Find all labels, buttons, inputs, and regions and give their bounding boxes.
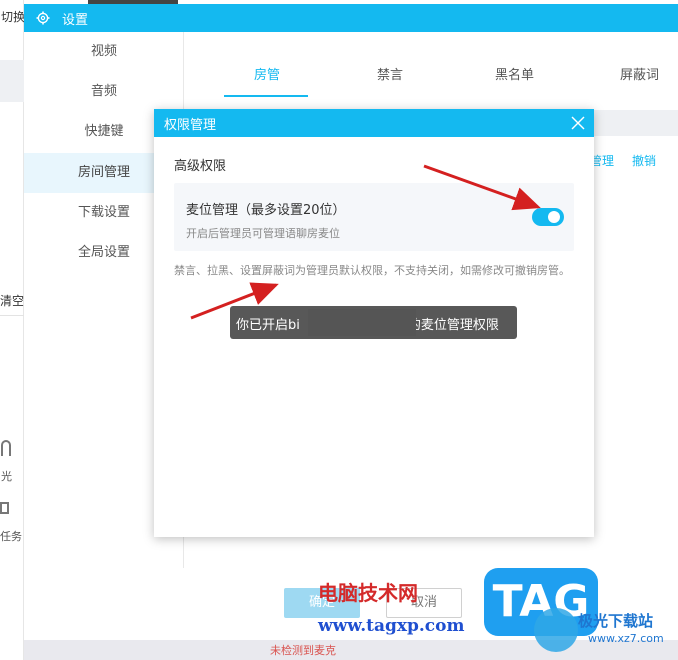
background-highlight xyxy=(0,60,24,102)
task-icon[interactable] xyxy=(0,502,9,514)
room-tabs: 房管 禁言 黑名单 屏蔽词 xyxy=(224,64,678,100)
mic-status-text: 未检测到麦克 xyxy=(270,644,336,657)
dialog-title-bar: 权限管理 xyxy=(154,109,594,137)
watermark-text: 电脑技术网 xyxy=(318,581,418,605)
mic-permission-description: 开启后管理员可管理语聊房麦位 xyxy=(186,227,340,240)
background-switch-label[interactable]: 切换 xyxy=(1,8,25,25)
dialog-title: 权限管理 xyxy=(164,118,217,133)
background-divider xyxy=(0,315,24,316)
default-permission-note: 禁言、拉黑、设置屏蔽词为管理员默认权限，不支持关闭，如需修改可撤销房管。 xyxy=(174,264,570,277)
xz-logo-icon xyxy=(534,608,578,652)
toast-text-prefix: 你已开启bi xyxy=(236,318,300,333)
background-clear-label[interactable]: 清空 xyxy=(0,292,24,309)
toast-message: 你已开启bi 的麦位管理权限 xyxy=(230,306,517,339)
mic-permission-label: 麦位管理（最多设置20位） xyxy=(186,203,346,218)
settings-title: 设置 xyxy=(62,13,89,28)
background-bottom-bar xyxy=(24,640,678,660)
revoke-link[interactable]: 撤销 xyxy=(632,152,656,169)
sidebar-item-audio[interactable]: 音频 xyxy=(24,72,184,112)
tab-room-admin[interactable]: 房管 xyxy=(254,64,280,83)
tab-blacklist[interactable]: 黑名单 xyxy=(495,64,534,83)
redacted-username xyxy=(308,309,416,336)
background-task-label: 任务 xyxy=(0,530,22,543)
toast-text-suffix: 的麦位管理权限 xyxy=(407,318,499,333)
background-left-panel xyxy=(0,0,24,660)
upload-icon[interactable] xyxy=(1,440,11,456)
section-title: 高级权限 xyxy=(174,159,227,174)
close-icon[interactable] xyxy=(570,115,586,131)
mic-permission-card: 麦位管理（最多设置20位） 开启后管理员可管理语聊房麦位 xyxy=(174,183,574,251)
table-header-strip xyxy=(594,110,678,136)
toggle-knob xyxy=(548,211,560,223)
settings-title-bar: 设置 xyxy=(24,4,678,32)
background-guang-label: 光 xyxy=(1,470,12,483)
active-tab-indicator xyxy=(224,95,308,97)
xz-logo-text: 极光下载站 xyxy=(578,612,654,630)
tab-blocked-words[interactable]: 屏蔽词 xyxy=(620,64,659,83)
gear-icon xyxy=(36,11,50,25)
mic-permission-toggle[interactable] xyxy=(532,208,564,226)
tab-mute[interactable]: 禁言 xyxy=(377,64,403,83)
sidebar-item-video[interactable]: 视频 xyxy=(24,32,184,72)
xz-logo-url: www.xz7.com xyxy=(588,632,664,645)
watermark-url: www.tagxp.com xyxy=(318,616,465,636)
